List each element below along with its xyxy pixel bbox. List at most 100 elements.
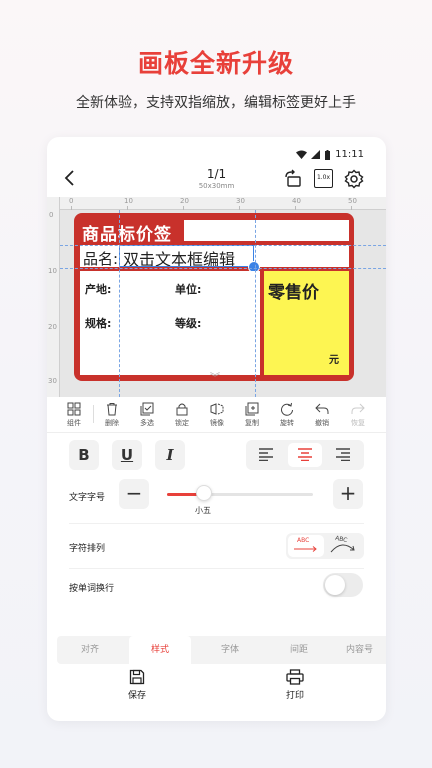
rotate-icon <box>281 402 293 416</box>
tool-undo[interactable]: 撤销 <box>307 402 337 428</box>
field-unit[interactable]: 单位: <box>175 281 201 297</box>
guide-line <box>60 245 386 246</box>
settings-gear-icon[interactable] <box>344 169 364 189</box>
promo-subhead: 全新体验，支持双指缩放，编辑标签更好上手 <box>76 95 356 111</box>
trash-icon <box>107 403 117 416</box>
label-name-field[interactable]: 品名: <box>83 248 118 269</box>
selection-frame <box>119 245 254 267</box>
tool-label: 组件 <box>67 419 81 427</box>
tool-rotate[interactable]: 旋转 <box>272 402 302 428</box>
ruler-left-label: 20 <box>48 323 57 331</box>
divider <box>69 523 364 524</box>
ruler-tick <box>295 206 296 210</box>
font-size-decrease-button[interactable]: − <box>119 479 149 509</box>
font-size-increase-button[interactable]: + <box>333 479 363 509</box>
ruler-left-label: 30 <box>48 377 57 385</box>
ruler-tick <box>127 206 128 210</box>
tool-label: 撤销 <box>315 419 329 427</box>
mirror-icon <box>210 403 224 415</box>
word-wrap-label: 按单词换行 <box>69 584 115 594</box>
page-info: 1/1 50x30mm <box>47 167 386 190</box>
label-canvas[interactable]: 0 10 20 30 40 50 0 10 20 30 商品标价签 品名: 双击… <box>47 197 386 397</box>
ruler-top-label: 40 <box>292 197 301 205</box>
copy-icon <box>245 402 259 416</box>
align-right-icon <box>336 448 350 461</box>
zoom-level-icon[interactable]: 1.0x <box>314 169 333 188</box>
field-origin[interactable]: 产地: <box>85 281 111 297</box>
tab-align[interactable]: 对齐 <box>59 636 121 664</box>
underline-button[interactable]: U <box>112 440 142 470</box>
tool-label: 旋转 <box>280 419 294 427</box>
price-tag-label[interactable]: 商品标价签 品名: 双击文本框编辑 产地: 单位: 规格: 等级: 零售价 元 <box>74 213 354 381</box>
printer-icon <box>286 669 304 685</box>
tool-components[interactable]: 组件 <box>59 402 89 428</box>
guide-line <box>255 210 256 397</box>
arrange-curved-option[interactable]: ABC <box>326 535 362 557</box>
ruler-left-label: 0 <box>49 211 54 219</box>
arrow-right-icon <box>294 546 317 552</box>
zoom-badge: 1.0x <box>316 174 331 181</box>
editor-topbar: 1/1 50x30mm 1.0x <box>47 165 386 195</box>
font-size-slider[interactable] <box>167 493 313 496</box>
align-center-button[interactable] <box>288 443 322 467</box>
ruler-top: 0 10 20 30 40 50 <box>47 197 386 210</box>
print-button[interactable]: 打印 <box>265 669 325 701</box>
tab-style[interactable]: 样式 <box>129 636 191 664</box>
tab-content[interactable]: 内容号 <box>333 636 386 664</box>
label-title[interactable]: 商品标价签 <box>82 220 172 245</box>
align-right-button[interactable] <box>326 443 360 467</box>
status-time: 11:11 <box>335 149 364 160</box>
tool-mirror[interactable]: 镜像 <box>202 402 232 428</box>
save-button[interactable]: 保存 <box>107 669 167 701</box>
tool-label: 镜像 <box>210 419 224 427</box>
redo-icon <box>351 403 365 414</box>
tool-multiselect[interactable]: 多选 <box>132 402 162 428</box>
field-grade[interactable]: 等级: <box>175 315 201 331</box>
bold-button[interactable]: B <box>69 440 99 470</box>
arrange-horizontal-option[interactable]: ABC <box>288 535 324 557</box>
multi-select-icon <box>140 402 154 416</box>
guide-line <box>119 210 120 397</box>
wifi-icon <box>296 150 308 159</box>
ruler-tick <box>183 206 184 210</box>
ruler-tick <box>351 206 352 210</box>
arrange-horizontal-text: ABC <box>297 537 310 544</box>
tool-delete[interactable]: 删除 <box>97 402 127 428</box>
edit-toolbar: 组件 删除 多选 锁定 镜像 复制 旋转 撤销 恢复 <box>47 399 386 433</box>
align-center-icon <box>298 448 312 461</box>
word-wrap-toggle[interactable] <box>323 573 363 597</box>
field-spec[interactable]: 规格: <box>85 315 111 331</box>
guide-line <box>60 268 386 269</box>
italic-button[interactable]: I <box>155 440 185 470</box>
arrangement-group: ABC ABC <box>286 533 364 559</box>
chevron-down-icon[interactable]: ︾ <box>210 369 220 384</box>
price-title[interactable]: 零售价 <box>268 278 319 303</box>
tool-label: 恢复 <box>351 419 365 427</box>
tool-copy[interactable]: 复制 <box>237 402 267 428</box>
undo-icon <box>315 403 329 414</box>
tool-redo[interactable]: 恢复 <box>343 402 373 428</box>
ruler-tick <box>239 206 240 210</box>
components-grid-icon <box>67 402 81 416</box>
tool-lock[interactable]: 锁定 <box>167 402 197 428</box>
ruler-top-label: 50 <box>348 197 357 205</box>
tool-label: 多选 <box>140 419 154 427</box>
tool-label: 锁定 <box>175 419 189 427</box>
ruler-left-label: 10 <box>48 267 57 275</box>
status-bar: 11:11 <box>296 149 364 160</box>
ruler-top-label: 0 <box>69 197 74 205</box>
property-tabs: 对齐 样式 字体 间距 内容号 <box>57 636 386 664</box>
tool-label: 删除 <box>105 419 119 427</box>
align-left-button[interactable] <box>249 443 283 467</box>
tab-spacing[interactable]: 间距 <box>268 636 330 664</box>
label-top-blank <box>184 220 349 241</box>
font-size-slider-knob[interactable] <box>196 485 212 501</box>
replace-template-icon[interactable] <box>283 169 303 189</box>
tab-font[interactable]: 字体 <box>199 636 261 664</box>
save-label: 保存 <box>127 691 146 701</box>
alignment-group <box>246 440 364 470</box>
divider <box>69 568 364 569</box>
save-icon <box>129 669 145 685</box>
price-unit[interactable]: 元 <box>329 351 339 366</box>
signal-icon <box>311 150 321 159</box>
